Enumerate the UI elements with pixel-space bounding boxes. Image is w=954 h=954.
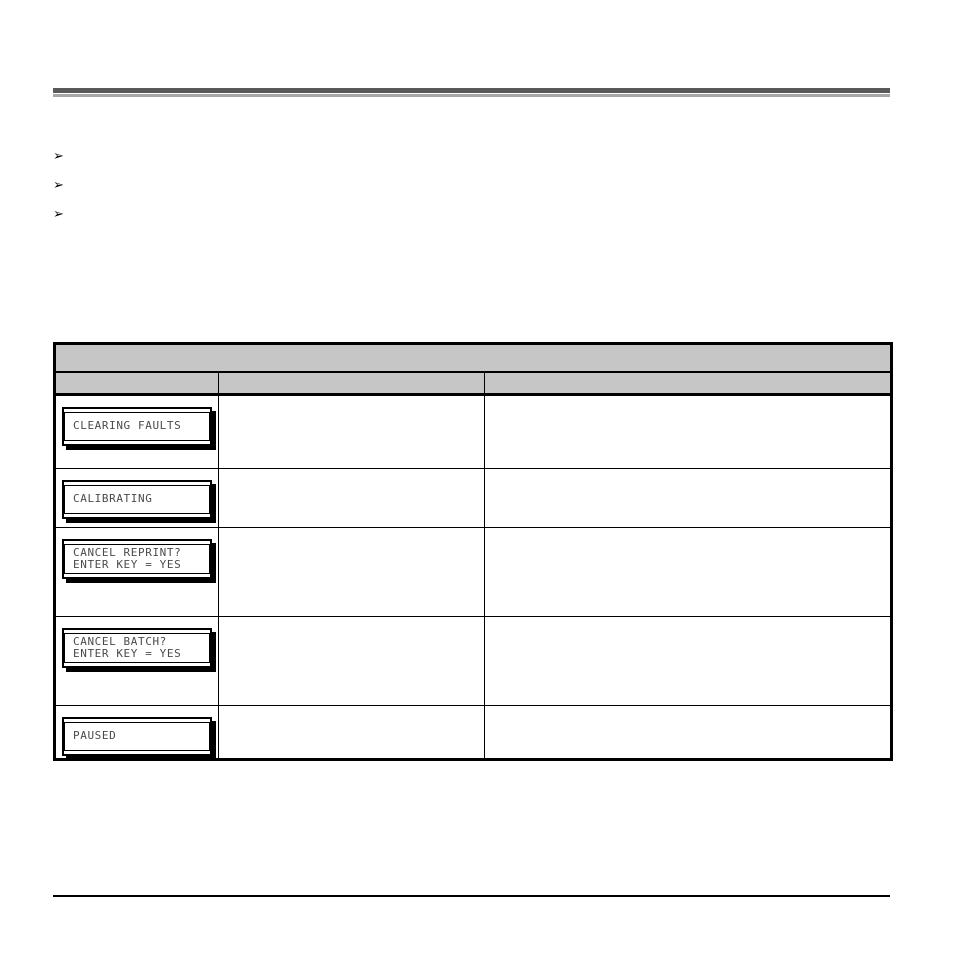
row-display-cell: CANCEL REPRINT? ENTER KEY = YES: [53, 527, 219, 617]
column-header-action: [483, 371, 894, 396]
row-action-text: [485, 617, 890, 629]
row-action-text: [485, 528, 890, 540]
lcd-display: CANCEL REPRINT? ENTER KEY = YES: [62, 539, 216, 583]
column-header-meaning-label: [219, 373, 484, 377]
column-header-display: [53, 371, 219, 396]
document-page: ➢ ➢ ➢ CLEARING FAULTS CALIBRATING CANCEL…: [0, 0, 954, 954]
lcd-display: CANCEL BATCH? ENTER KEY = YES: [62, 628, 216, 672]
arrowhead-bullet-icon: ➢: [53, 149, 64, 164]
header-rule-light-band: [53, 94, 890, 97]
row-meaning-cell: [218, 527, 485, 617]
row-meaning-cell: [218, 468, 485, 528]
table-title-row: [52, 342, 894, 373]
lcd-line-1: CALIBRATING: [73, 492, 153, 505]
row-display-cell: CANCEL BATCH? ENTER KEY = YES: [53, 616, 219, 706]
lcd-display: CALIBRATING: [62, 480, 216, 523]
row-meaning-cell: [218, 705, 485, 761]
lcd-line-1: CLEARING FAULTS: [73, 419, 182, 432]
row-action-cell: [483, 527, 894, 617]
lcd-bezel: CLEARING FAULTS: [62, 407, 212, 446]
row-display-cell: PAUSED: [53, 705, 219, 761]
table-row: CANCEL REPRINT? ENTER KEY = YES: [53, 527, 894, 617]
table-row: CLEARING FAULTS: [53, 394, 894, 469]
table-row: CANCEL BATCH? ENTER KEY = YES: [53, 616, 894, 706]
lcd-bezel: CANCEL REPRINT? ENTER KEY = YES: [62, 539, 212, 579]
footer-rule: [53, 895, 890, 897]
row-action-cell: [483, 705, 894, 761]
row-action-cell: [483, 616, 894, 706]
row-meaning-text: [219, 706, 484, 718]
row-action-cell: [483, 394, 894, 469]
lcd-screen: PAUSED: [64, 722, 210, 751]
lcd-display: CLEARING FAULTS: [62, 407, 216, 450]
row-action-cell: [483, 468, 894, 528]
arrowhead-bullet-icon: ➢: [53, 178, 64, 193]
table-title-cell: [52, 342, 894, 373]
row-action-text: [485, 706, 890, 718]
column-header-meaning: [218, 371, 485, 396]
lcd-line-1: PAUSED: [73, 729, 117, 742]
lcd-screen: CANCEL BATCH? ENTER KEY = YES: [64, 633, 210, 663]
row-meaning-text: [219, 617, 484, 629]
list-item: ➢: [53, 177, 853, 206]
table-title-label: [56, 345, 890, 349]
lcd-screen: CALIBRATING: [64, 485, 210, 514]
table-row: PAUSED: [53, 705, 894, 761]
header-rule: [53, 88, 890, 97]
lcd-line-2: ENTER KEY = YES: [73, 647, 182, 660]
bullet-list: ➢ ➢ ➢: [53, 148, 853, 235]
row-action-text: [485, 469, 890, 481]
lcd-line-2: ENTER KEY = YES: [73, 558, 182, 571]
row-display-cell: CLEARING FAULTS: [53, 394, 219, 469]
lcd-screen: CLEARING FAULTS: [64, 412, 210, 441]
row-action-text: [485, 396, 890, 408]
row-meaning-text: [219, 528, 484, 540]
column-header-action-label: [485, 373, 890, 377]
lcd-screen: CANCEL REPRINT? ENTER KEY = YES: [64, 544, 210, 574]
lcd-bezel: PAUSED: [62, 717, 212, 756]
status-message-table: CLEARING FAULTS CALIBRATING CANCEL REPRI…: [52, 342, 894, 761]
row-meaning-cell: [218, 394, 485, 469]
row-meaning-text: [219, 469, 484, 481]
row-display-cell: CALIBRATING: [53, 468, 219, 528]
list-item: ➢: [53, 148, 853, 177]
lcd-display: PAUSED: [62, 717, 216, 760]
list-item: ➢: [53, 206, 853, 235]
row-meaning-text: [219, 396, 484, 408]
column-header-display-label: [56, 373, 218, 377]
table-row: CALIBRATING: [53, 468, 894, 528]
table-header-row: [53, 371, 894, 396]
arrowhead-bullet-icon: ➢: [53, 207, 64, 222]
lcd-bezel: CALIBRATING: [62, 480, 212, 519]
row-meaning-cell: [218, 616, 485, 706]
lcd-bezel: CANCEL BATCH? ENTER KEY = YES: [62, 628, 212, 668]
